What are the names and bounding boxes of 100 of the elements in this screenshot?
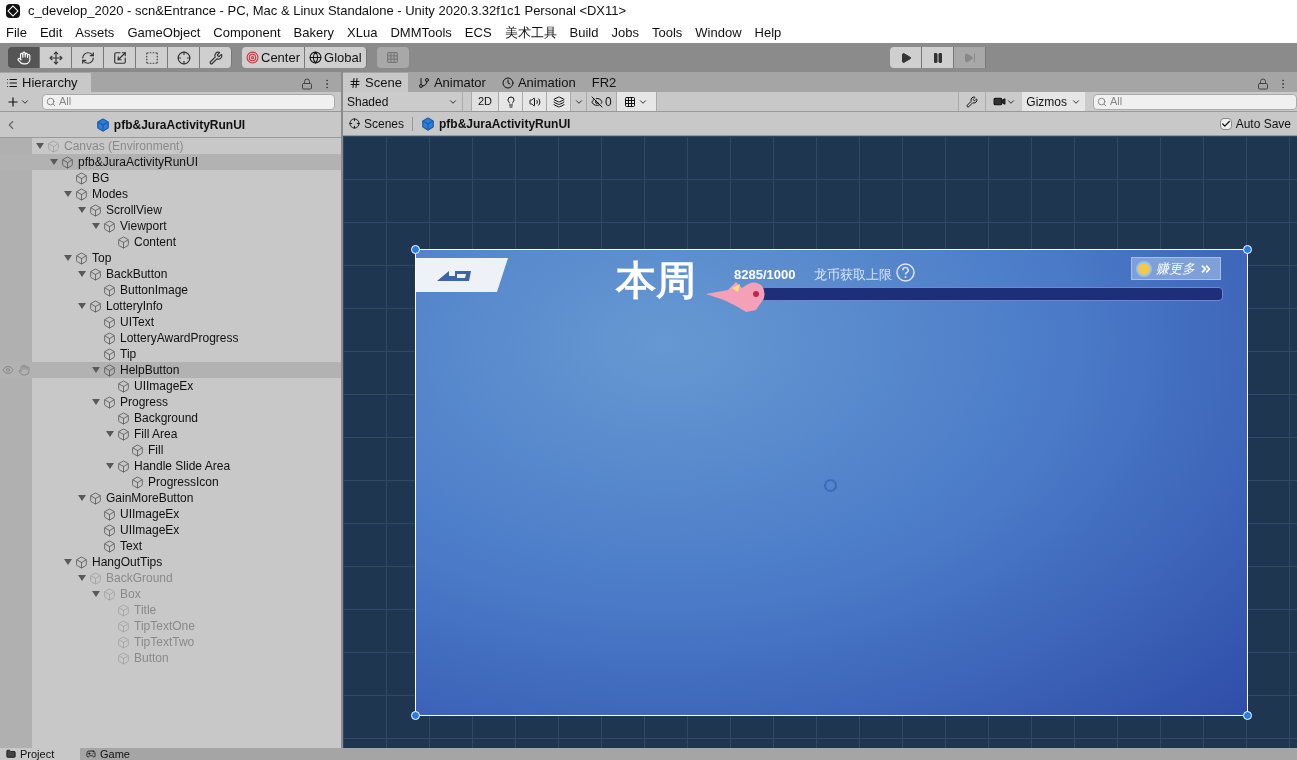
search-field[interactable]: All (1093, 93, 1297, 110)
hierarchy-item[interactable]: Modes (0, 186, 341, 202)
corner-handle[interactable] (411, 711, 420, 720)
hierarchy-item[interactable]: HelpButton (0, 362, 341, 378)
corner-handle[interactable] (411, 245, 420, 254)
expand-arrow-icon[interactable] (92, 590, 100, 598)
tool-button[interactable] (40, 47, 72, 68)
corner-handle[interactable] (1243, 711, 1252, 720)
hierarchy-item[interactable]: Content (0, 234, 341, 250)
view-toggle[interactable] (523, 92, 547, 111)
scene-tab[interactable]: FR2 (585, 73, 623, 92)
menu-item[interactable]: XLua (347, 22, 378, 43)
hidden-objects-toggle[interactable]: 0 (587, 92, 617, 111)
lock-icon[interactable] (301, 78, 313, 90)
play-control-button[interactable] (890, 47, 922, 68)
corner-handle[interactable] (1243, 245, 1252, 254)
expand-arrow-icon[interactable] (92, 398, 100, 406)
hierarchy-item[interactable]: UIImageEx (0, 506, 341, 522)
scenes-breadcrumb[interactable]: Scenes (349, 114, 405, 133)
hierarchy-item[interactable]: ScrollView (0, 202, 341, 218)
add-button[interactable] (6, 94, 30, 109)
tool-button[interactable] (168, 47, 200, 68)
expand-arrow-icon[interactable] (36, 142, 44, 150)
hierarchy-item[interactable]: Fill (0, 442, 341, 458)
menu-item[interactable]: Assets (75, 22, 115, 43)
scene-tab[interactable]: Animator (411, 73, 492, 92)
expand-arrow-icon[interactable] (78, 206, 86, 214)
tools-button[interactable] (958, 92, 987, 111)
tool-button[interactable] (200, 47, 232, 68)
expand-arrow-icon[interactable] (64, 254, 72, 262)
hierarchy-item[interactable]: Tip (0, 346, 341, 362)
hierarchy-item[interactable]: ButtonImage (0, 282, 341, 298)
cube-icon (117, 619, 130, 633)
menu-item[interactable]: ECS (464, 22, 492, 43)
tool-button[interactable] (8, 47, 40, 68)
expand-arrow-icon[interactable] (78, 494, 86, 502)
view-toggle[interactable] (547, 92, 571, 111)
expand-arrow-icon[interactable] (92, 222, 100, 230)
help-icon[interactable] (896, 263, 915, 282)
hierarchy-item[interactable]: Handle Slide Area (0, 458, 341, 474)
view-toggle[interactable] (499, 92, 523, 111)
expand-arrow-icon[interactable] (78, 302, 86, 310)
bottom-tab[interactable]: Project (0, 748, 80, 760)
prefab-breadcrumb[interactable]: pfb&JuraActivityRunUI (421, 114, 571, 133)
hierarchy-item[interactable]: BG (0, 170, 341, 186)
shading-dropdown[interactable]: Shaded (343, 92, 463, 111)
menu-item[interactable]: GameObject (127, 22, 201, 43)
expand-arrow-icon[interactable] (106, 430, 114, 438)
hierarchy-item[interactable]: ProgressIcon (0, 474, 341, 490)
expand-arrow-icon[interactable] (50, 158, 58, 166)
hierarchy-item[interactable]: LotteryAwardProgress (0, 330, 341, 346)
prefab-breadcrumb[interactable]: pfb&JuraActivityRunUI (95, 115, 246, 134)
play-control-button[interactable] (922, 47, 954, 68)
tool-button[interactable] (104, 47, 136, 68)
2d-toggle[interactable]: 2D (471, 92, 499, 111)
hierarchy-item[interactable]: Text (0, 538, 341, 554)
hierarchy-item[interactable]: Progress (0, 394, 341, 410)
hierarchy-item[interactable]: UIText (0, 314, 341, 330)
hierarchy-item[interactable]: LotteryInfo (0, 298, 341, 314)
hierarchy-item[interactable]: UIImageEx (0, 378, 341, 394)
menu-item[interactable]: File (6, 22, 27, 43)
hierarchy-item[interactable]: HangOutTips (0, 554, 341, 570)
expand-arrow-icon[interactable] (78, 574, 86, 582)
tool-button[interactable] (136, 47, 168, 68)
pivot-handle[interactable] (824, 479, 837, 492)
expand-arrow-icon[interactable] (64, 190, 72, 198)
hierarchy-item[interactable]: Viewport (0, 218, 341, 234)
hierarchy-tab[interactable]: Hierarchy (0, 73, 91, 92)
hierarchy-item[interactable]: Fill Area (0, 426, 341, 442)
menu-item[interactable]: 美术工具 (504, 22, 557, 43)
hierarchy-item[interactable]: Top (0, 250, 341, 266)
menu-item[interactable]: Jobs (611, 22, 639, 43)
hierarchy-item[interactable]: GainMoreButton (0, 490, 341, 506)
bottom-tab[interactable]: Game (80, 748, 160, 760)
menu-item[interactable]: DMMTools (390, 22, 452, 43)
hierarchy-item[interactable]: Background (0, 410, 341, 426)
search-field[interactable]: All (42, 93, 335, 110)
lock-icon[interactable] (1257, 78, 1269, 90)
menu-item[interactable]: Window (695, 22, 742, 43)
pivot-button[interactable]: Center (242, 47, 306, 68)
expand-arrow-icon[interactable] (106, 462, 114, 470)
auto-save-checkbox[interactable]: Auto Save (1219, 114, 1291, 133)
expand-arrow-icon[interactable] (78, 270, 86, 278)
menu-item[interactable]: Bakery (293, 22, 335, 43)
gizmos-dropdown[interactable]: Gizmos (1022, 92, 1085, 111)
menu-item[interactable]: Build (569, 22, 599, 43)
scene-tab[interactable]: Scene (343, 73, 408, 92)
back-button[interactable] (416, 258, 508, 292)
expand-arrow-icon[interactable] (64, 558, 72, 566)
scene-tab[interactable]: Animation (495, 73, 582, 92)
tool-button[interactable] (72, 47, 104, 68)
menu-item[interactable]: Help (754, 22, 782, 43)
hierarchy-item[interactable]: UIImageEx (0, 522, 341, 538)
hierarchy-item[interactable]: BackButton (0, 266, 341, 282)
grid-toggle[interactable] (616, 92, 657, 111)
menu-item[interactable]: Edit (39, 22, 63, 43)
expand-arrow-icon[interactable] (92, 366, 100, 374)
menu-item[interactable]: Tools (651, 22, 683, 43)
menu-item[interactable]: Component (213, 22, 281, 43)
pivot-button[interactable]: Global (305, 47, 367, 68)
